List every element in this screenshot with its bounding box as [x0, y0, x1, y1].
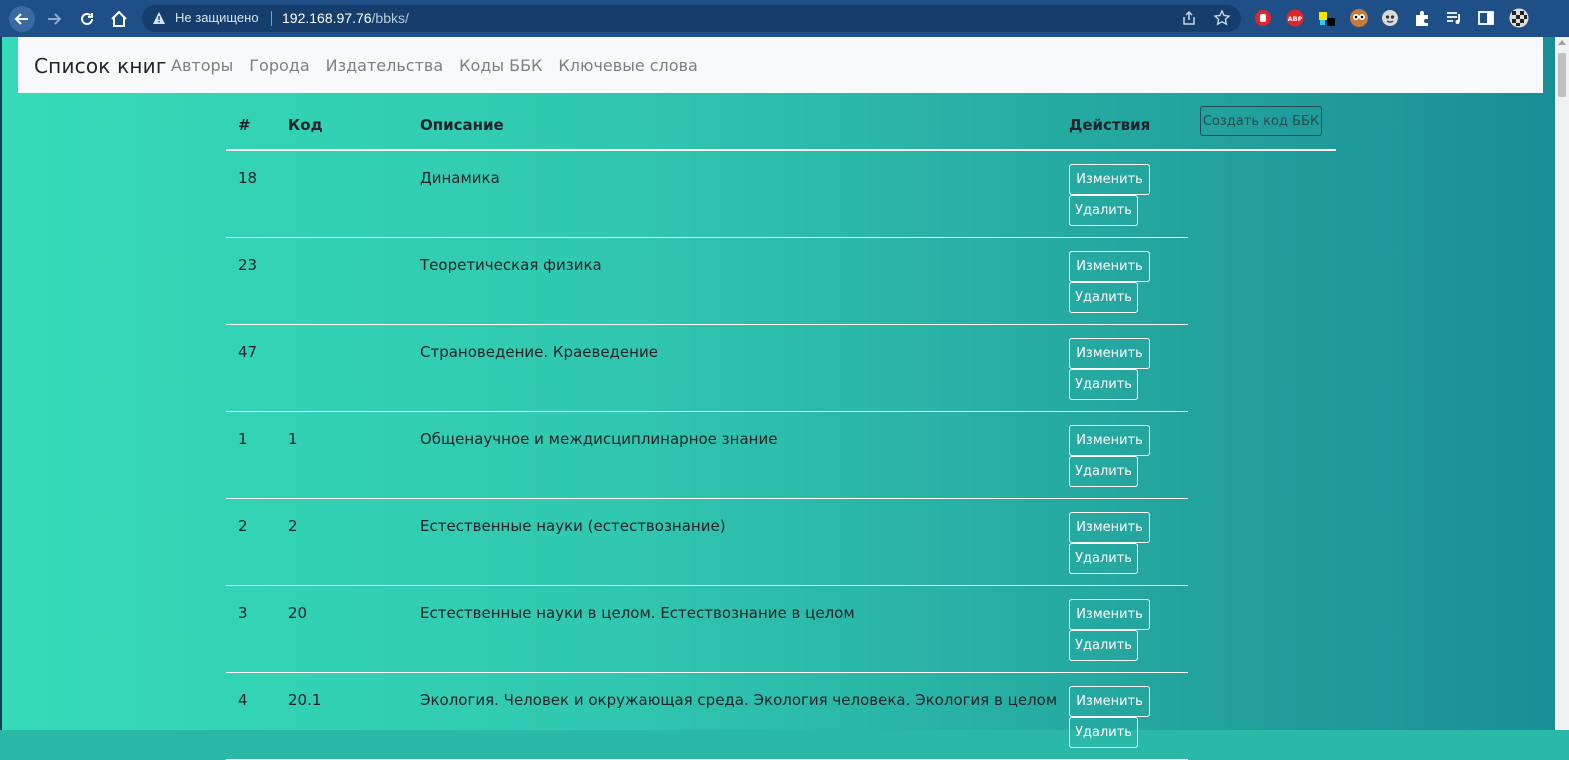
row-description: Страноведение. Краеведение	[420, 343, 658, 361]
row-description: Экология. Человек и окружающая среда. Эк…	[420, 691, 1058, 709]
bbk-table: # Код Описание Действия Создать код ББК …	[226, 93, 1336, 760]
edit-button[interactable]: Изменить	[1069, 164, 1150, 195]
row-code: 2	[288, 517, 298, 535]
edit-button[interactable]: Изменить	[1069, 338, 1150, 369]
row-description: Теоретическая физика	[420, 256, 602, 274]
sidebar-icon[interactable]	[1476, 8, 1496, 28]
stop-hand-icon[interactable]	[1253, 8, 1273, 28]
row-description: Естественные науки (естествознание)	[420, 517, 726, 535]
omnibox-separator	[271, 11, 272, 26]
table-row: 4 20.1 Экология. Человек и окружающая сред…	[226, 673, 1188, 760]
edit-button[interactable]: Изменить	[1069, 425, 1150, 456]
row-id: 3	[238, 604, 248, 622]
profile-avatar[interactable]	[1509, 8, 1529, 28]
back-button[interactable]	[9, 6, 35, 32]
page-content: Список книг Авторы Города Издательства К…	[0, 37, 1557, 760]
navbar-brand[interactable]: Список книг	[34, 54, 167, 78]
share-icon[interactable]	[1181, 10, 1197, 26]
delete-button[interactable]: Удалить	[1069, 630, 1138, 661]
address-bar[interactable]: Не защищено 192.168.97.76/bbks/	[142, 5, 1241, 32]
arrow-left-icon	[14, 13, 28, 25]
playlist-icon[interactable]	[1444, 8, 1464, 28]
row-description: Динамика	[420, 169, 500, 187]
row-id: 47	[238, 343, 258, 361]
home-icon	[111, 10, 127, 27]
puzzle-icon[interactable]	[1412, 8, 1432, 28]
nav-link-cities[interactable]: Города	[249, 56, 309, 75]
color-squares-icon[interactable]	[1317, 8, 1337, 28]
abp-icon[interactable]: ABP	[1285, 8, 1305, 28]
ghost-icon[interactable]	[1380, 8, 1400, 28]
reload-button[interactable]	[74, 6, 100, 32]
page-scrollbar[interactable]	[1555, 37, 1569, 730]
warning-icon	[153, 12, 165, 24]
nav-links: Авторы Города Издательства Коды ББК Ключ…	[171, 56, 698, 75]
header-id: #	[238, 116, 251, 134]
edit-button[interactable]: Изменить	[1069, 512, 1150, 543]
security-label: Не защищено	[175, 10, 259, 25]
row-code: 20.1	[288, 691, 322, 709]
svg-text:ABP: ABP	[1288, 15, 1303, 23]
row-code: 1	[288, 430, 298, 448]
forward-button[interactable]	[41, 6, 67, 32]
table-row: 3 20 Естественные науки в целом. Естествоз…	[226, 586, 1188, 673]
row-id: 1	[238, 430, 248, 448]
row-id: 2	[238, 517, 248, 535]
nav-link-publishers[interactable]: Издательства	[326, 56, 444, 75]
delete-button[interactable]: Удалить	[1069, 456, 1138, 487]
nav-link-authors[interactable]: Авторы	[171, 56, 233, 75]
table-row: 18 Динамика Изменить Удалить	[226, 151, 1188, 238]
url-path: /bbks/	[371, 10, 409, 26]
delete-button[interactable]: Удалить	[1069, 195, 1138, 226]
delete-button[interactable]: Удалить	[1069, 717, 1138, 748]
row-description: Общенаучное и междисциплинарное знание	[420, 430, 778, 448]
arrow-right-icon	[48, 13, 62, 25]
table-row: 23 Теоретическая физика Изменить Удалить	[226, 238, 1188, 325]
header-actions: Действия	[1069, 116, 1151, 134]
header-description: Описание	[420, 116, 504, 134]
home-button[interactable]	[106, 6, 132, 32]
scroll-up-arrow[interactable]	[1558, 40, 1566, 45]
scrollbar-thumb[interactable]	[1558, 53, 1566, 97]
create-bbk-button[interactable]: Создать код ББК	[1200, 106, 1322, 136]
row-code: 20	[288, 604, 308, 622]
edit-button[interactable]: Изменить	[1069, 251, 1150, 282]
nav-link-keywords[interactable]: Ключевые слова	[558, 56, 697, 75]
edit-button[interactable]: Изменить	[1069, 686, 1150, 717]
browser-toolbar: Не защищено 192.168.97.76/bbks/ ABP	[0, 0, 1569, 37]
table-row: 1 1 Общенаучное и междисциплинарное знание…	[226, 412, 1188, 499]
row-description: Естественные науки в целом. Естествознан…	[420, 604, 855, 622]
table-row: 2 2 Естественные науки (естествознание) Изм…	[226, 499, 1188, 586]
header-code: Код	[288, 116, 323, 134]
delete-button[interactable]: Удалить	[1069, 369, 1138, 400]
table-body: 18 Динамика Изменить Удалить 23 Теоретическая…	[226, 151, 1336, 760]
nav-link-bbk-codes[interactable]: Коды ББК	[459, 56, 542, 75]
row-id: 23	[238, 256, 258, 274]
edit-button[interactable]: Изменить	[1069, 599, 1150, 630]
reload-icon	[81, 12, 93, 25]
url-text[interactable]: 192.168.97.76/bbks/	[282, 10, 409, 26]
top-navbar: Список книг Авторы Города Издательства К…	[18, 37, 1543, 93]
bookmark-star-icon[interactable]	[1213, 9, 1231, 27]
table-row: 47 Страноведение. Краеведение Изменить Удал…	[226, 325, 1188, 412]
row-id: 18	[238, 169, 258, 187]
table-header: # Код Описание Действия Создать код ББК	[226, 93, 1336, 151]
row-id: 4	[238, 691, 248, 709]
owl-icon[interactable]	[1349, 8, 1369, 28]
url-host: 192.168.97.76	[282, 10, 372, 26]
delete-button[interactable]: Удалить	[1069, 282, 1138, 313]
delete-button[interactable]: Удалить	[1069, 543, 1138, 574]
